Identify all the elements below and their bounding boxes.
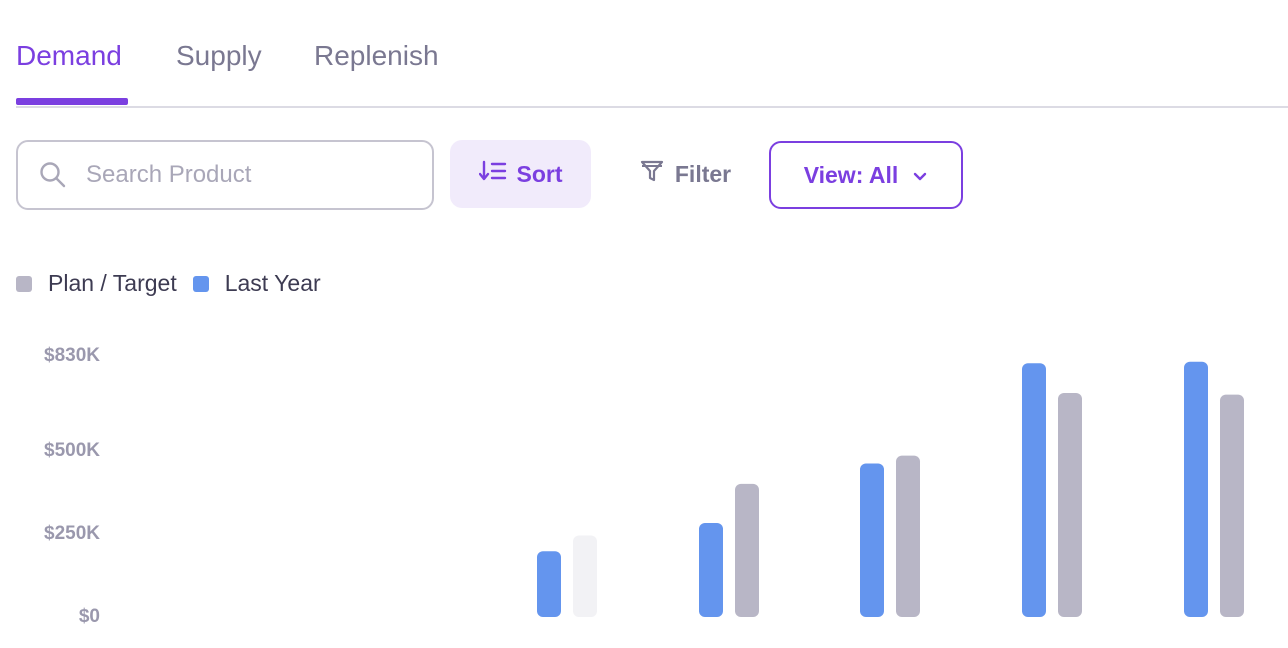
bar-last-year — [1184, 361, 1208, 617]
bar-plan-target — [1058, 393, 1082, 617]
bar-plan-target — [1220, 394, 1244, 617]
bar-last-year — [1022, 363, 1046, 617]
bar-last-year — [860, 463, 884, 617]
bar-plan-target — [896, 455, 920, 617]
bar-chart — [537, 361, 1244, 617]
bar-last-year — [699, 523, 723, 617]
bar-last-year — [537, 551, 561, 617]
bar-plan-target — [735, 483, 759, 617]
bar-plan-target — [573, 535, 597, 617]
